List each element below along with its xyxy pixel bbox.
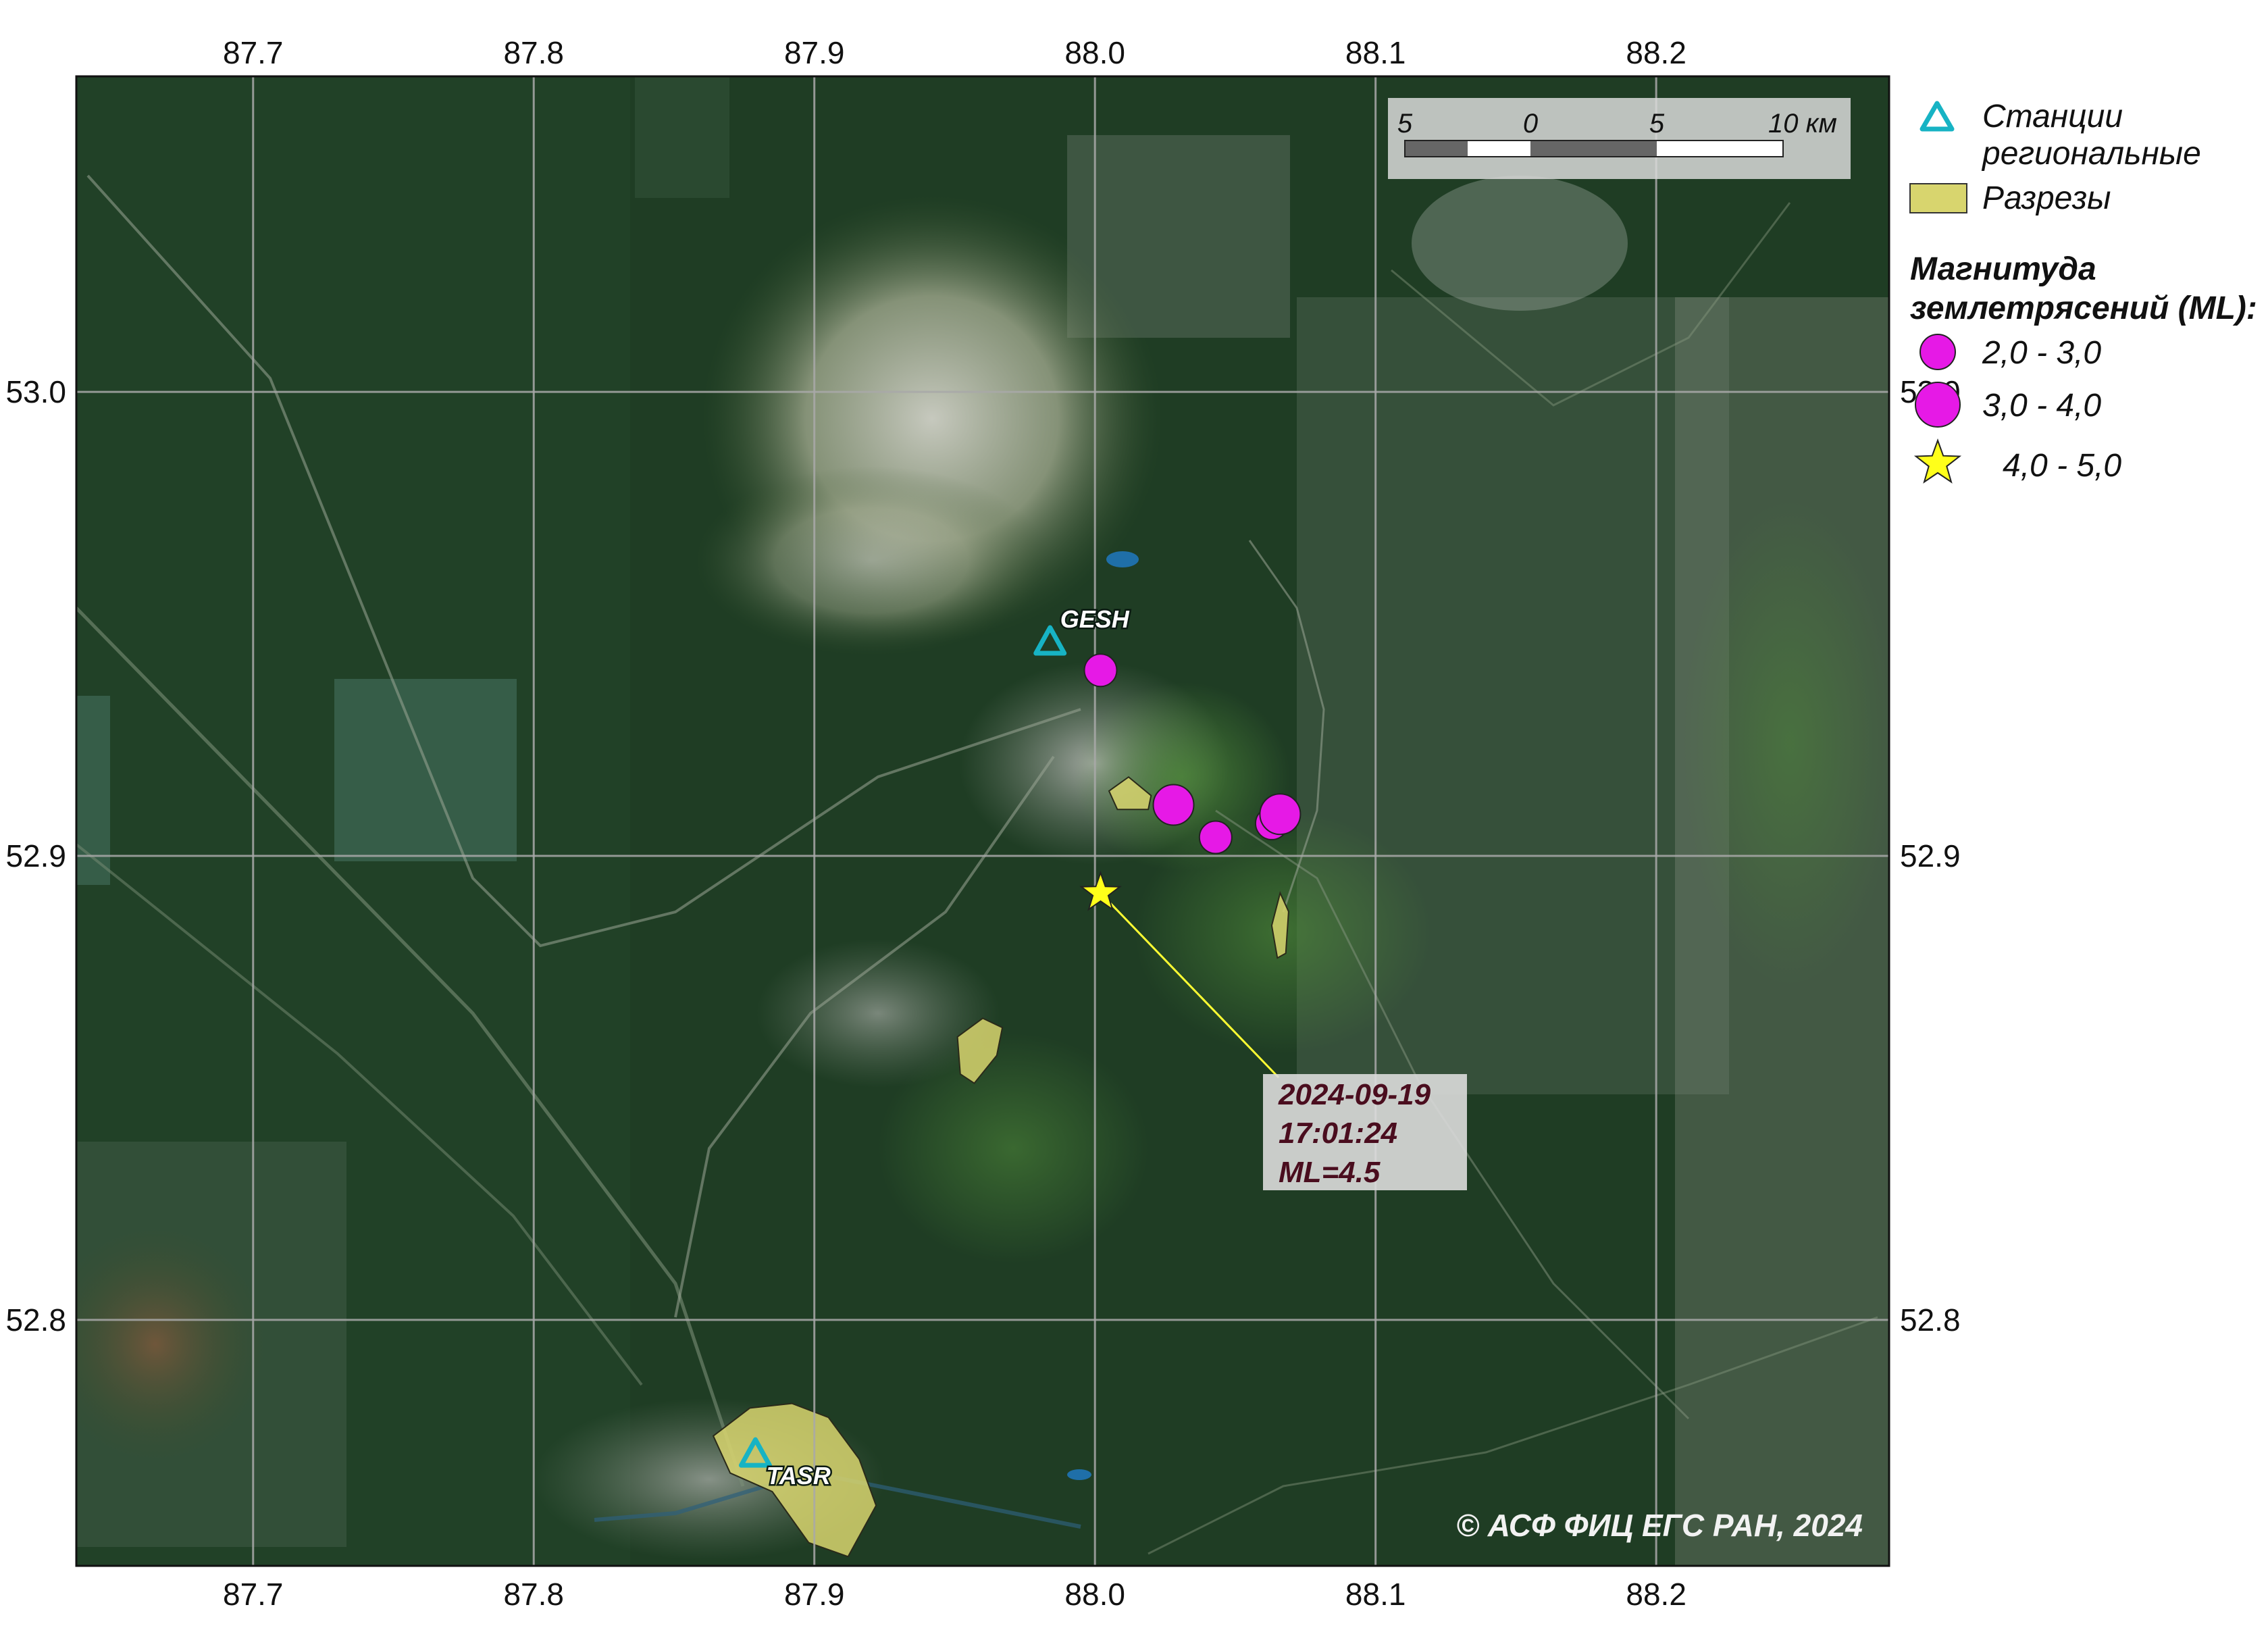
tick-label-lon-top-87.9: 87.9 xyxy=(784,35,845,70)
earthquake-circle-2 xyxy=(1198,820,1233,855)
earthquake-circle-0 xyxy=(1083,653,1118,688)
tick-label-lat-left-52.8: 52.8 xyxy=(5,1302,66,1338)
map-figure: GESH TASR 87.7 87.7 87.8 87.8 87.9 87.9 88.0 88.… xyxy=(5,35,2257,1612)
scale-label-5: 5 xyxy=(1649,109,1665,138)
tick-label-lon-top-87.7: 87.7 xyxy=(223,35,284,70)
copyright-text: © АСФ ФИЦ ЕГС РАН, 2024 xyxy=(1456,1508,1863,1543)
tick-label-lon-top-88.2: 88.2 xyxy=(1626,35,1686,70)
legend-star-icon xyxy=(1913,438,1962,484)
legend-class-3-label: 4,0 - 5,0 xyxy=(2003,448,2121,484)
tick-label-lon-bottom-87.7: 87.7 xyxy=(223,1577,284,1612)
annotation-date: 2024-09-19 xyxy=(1278,1078,1431,1111)
station-label-tasr: TASR xyxy=(766,1462,830,1490)
legend-quarries-label: Разрезы xyxy=(1982,180,2111,216)
legend-quake-small-icon xyxy=(1919,334,1956,370)
tick-label-lon-top-88.0: 88.0 xyxy=(1064,35,1125,70)
tick-label-lon-bottom-88.1: 88.1 xyxy=(1345,1577,1406,1612)
tick-label-lat-right-52.9: 52.9 xyxy=(1900,838,1961,873)
legend-station-triangle-icon xyxy=(1919,101,1955,132)
scale-bar: 5 0 5 10 км xyxy=(1388,98,1851,179)
tick-label-lon-bottom-88.2: 88.2 xyxy=(1626,1577,1686,1612)
annotation-time: 17:01:24 xyxy=(1279,1117,1397,1150)
station-label-gesh: GESH xyxy=(1060,605,1130,633)
annotation-magnitude: ML=4.5 xyxy=(1279,1156,1381,1189)
earthquake-circle-4 xyxy=(1259,793,1301,836)
tick-label-lon-top-87.8: 87.8 xyxy=(503,35,564,70)
satellite-basemap xyxy=(76,76,1889,1566)
tick-label-lon-bottom-87.8: 87.8 xyxy=(503,1577,564,1612)
event-annotation: 2024-09-19 17:01:24 ML=4.5 xyxy=(1263,1074,1467,1190)
scale-label-left-5: 5 xyxy=(1397,109,1413,138)
tick-label-lat-right-52.8: 52.8 xyxy=(1900,1302,1961,1338)
scale-label-10km: 10 км xyxy=(1768,109,1837,138)
legend-stations-label-2: региональные xyxy=(1981,136,2201,172)
legend-class-2-label: 3,0 - 4,0 xyxy=(1982,388,2101,424)
legend-magnitude-title-1: Магнитуда xyxy=(1910,251,2096,287)
tick-label-lat-left-53.0: 53.0 xyxy=(5,374,66,409)
tick-label-lat-left-52.9: 52.9 xyxy=(5,838,66,873)
legend-quake-large-icon xyxy=(1915,382,1961,428)
tick-label-lon-top-88.1: 88.1 xyxy=(1345,35,1406,70)
tick-label-lon-bottom-88.0: 88.0 xyxy=(1064,1577,1125,1612)
tick-label-lon-bottom-87.9: 87.9 xyxy=(784,1577,845,1612)
legend-quarry-swatch xyxy=(1909,183,1967,213)
scale-label-0: 0 xyxy=(1523,109,1538,138)
legend-magnitude-title-2: землетрясений (ML): xyxy=(1910,290,2257,326)
earthquake-circle-1 xyxy=(1152,784,1195,826)
legend-stations-label-1: Станции xyxy=(1982,99,2123,134)
map-legend: Станции региональные Разрезы Магнитуда з… xyxy=(1909,99,2257,484)
legend-class-1-label: 2,0 - 3,0 xyxy=(1982,335,2101,371)
